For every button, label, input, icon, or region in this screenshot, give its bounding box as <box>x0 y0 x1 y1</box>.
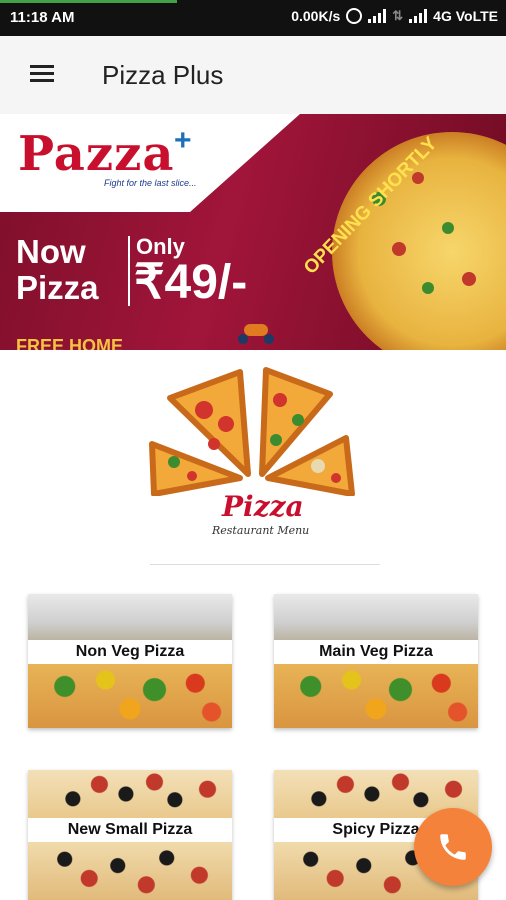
section-divider <box>150 564 380 565</box>
category-label: New Small Pizza <box>28 818 232 842</box>
headline-line-2: Pizza <box>16 269 99 306</box>
status-icons: 0.00K/s ⇅ 4G VoLTE <box>291 8 498 24</box>
price-label: ₹49/- <box>134 256 248 309</box>
signal-icon <box>368 9 387 23</box>
category-card-main-veg[interactable]: Main Veg Pizza <box>274 594 478 728</box>
menu-logo-title: Pizza <box>222 490 304 523</box>
delivery-scooter-icon <box>236 318 276 344</box>
category-image-top <box>28 594 232 642</box>
category-image-bottom <box>28 840 232 900</box>
brand-name: Pazza <box>18 126 175 182</box>
category-card-non-veg[interactable]: Non Veg Pizza <box>28 594 232 728</box>
promo-banner[interactable]: Pazza + Fight for the last slice... Now … <box>0 114 506 350</box>
restaurant-menu-logo: Pizza Restaurant Menu <box>148 366 362 542</box>
status-time: 11:18 AM <box>10 9 75 26</box>
signal-icon-secondary <box>409 9 428 23</box>
brand-tagline: Fight for the last slice... <box>104 178 197 188</box>
app-bar: Pizza Plus <box>0 36 506 114</box>
category-image-bottom <box>274 664 478 728</box>
data-transfer-icon: ⇅ <box>392 8 404 23</box>
category-card-new-small[interactable]: New Small Pizza <box>28 770 232 900</box>
headline-line-1: Now <box>16 233 86 270</box>
hamburger-menu-icon[interactable] <box>30 62 60 88</box>
loading-progress-bar <box>0 0 178 3</box>
banner-divider <box>128 236 130 306</box>
menu-logo-subtitle: Restaurant Menu <box>212 524 310 537</box>
banner-headline: Now Pizza <box>16 234 99 306</box>
free-home-text: FREE HOME <box>16 336 124 350</box>
category-image-bottom <box>28 664 232 728</box>
status-bar: 11:18 AM 0.00K/s ⇅ 4G VoLTE <box>0 0 506 36</box>
call-button[interactable] <box>414 808 492 886</box>
category-image-top <box>28 770 232 818</box>
pizza-slices-icon <box>149 367 355 497</box>
network-speed: 0.00K/s <box>291 8 341 24</box>
brand-logo: Pazza + <box>18 124 192 182</box>
category-image-top <box>274 594 478 642</box>
brand-plus: + <box>174 124 193 157</box>
phone-icon <box>440 834 466 860</box>
category-label: Main Veg Pizza <box>274 640 478 664</box>
category-label: Non Veg Pizza <box>28 640 232 664</box>
alarm-icon <box>346 8 363 24</box>
network-type: 4G VoLTE <box>433 8 498 24</box>
app-title: Pizza Plus <box>102 60 224 90</box>
